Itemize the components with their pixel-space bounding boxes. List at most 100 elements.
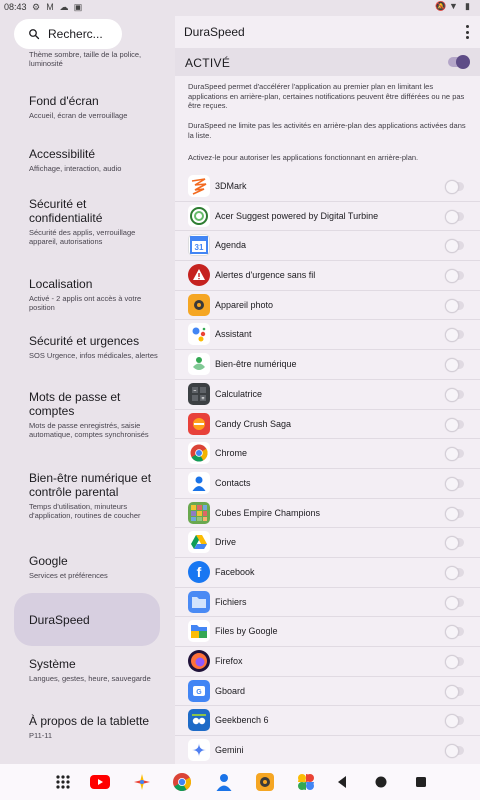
app-row[interactable]: 31 Agenda [175,231,480,262]
master-toggle[interactable] [448,55,470,69]
category-sub: Activé - 2 applis ont accès à votre posi… [29,294,142,312]
category-title: Google [29,554,68,568]
app-row[interactable]: Gemini [175,736,480,764]
category-title: Mots de passe et comptes [29,390,121,418]
svg-text:31: 31 [195,243,204,252]
category-sub: Sécurité des applis, verrouillage appare… [29,228,136,246]
category-display[interactable]: Thème sombre, taille de la police, lumin… [14,50,160,68]
search-input[interactable]: Recherc... [48,27,103,41]
description-paragraph: DuraSpeed ne limite pas les activités en… [188,121,466,140]
app-toggle[interactable] [445,625,464,640]
gear-icon: ⚙ [31,1,41,12]
app-row[interactable]: Assistant [175,320,480,351]
app-name: Files by Google [215,626,278,637]
search-icon [29,29,40,40]
search-bar[interactable]: Recherc... [14,19,122,49]
app-toggle[interactable] [445,239,464,254]
google-photos-icon[interactable] [295,771,317,793]
app-row[interactable]: Fichiers [175,588,480,618]
app-toggle[interactable] [445,269,464,284]
app-toggle[interactable] [445,387,464,402]
app-toggle[interactable] [445,476,464,491]
app-toggle[interactable] [445,358,464,373]
category-safety-emergency[interactable]: Sécurité et urgences SOS Urgence, infos … [14,334,160,360]
master-switch-bar[interactable]: ACTIVÉ [175,48,480,76]
app-toggle[interactable] [445,447,464,462]
app-toggle[interactable] [445,180,464,194]
category-title: Fond d'écran [29,94,99,108]
app-row[interactable]: Geekbench 6 [175,706,480,737]
app-toggle[interactable] [445,595,464,610]
category-location[interactable]: Localisation Activé - 2 applis ont accès… [14,277,160,312]
category-google[interactable]: Google Services et préférences [14,554,160,580]
app-toggle[interactable] [445,655,464,669]
app-toggle[interactable] [445,328,464,343]
category-duraspeed[interactable]: DuraSpeed [14,593,160,646]
app-name: Drive [215,537,237,548]
youtube-icon[interactable] [89,771,111,793]
chrome-icon[interactable] [171,771,193,793]
app-name: Chrome [215,448,248,459]
app-row[interactable]: Candy Crush Saga [175,410,480,440]
home-icon[interactable] [370,771,392,793]
contacts-icon [188,471,210,494]
app-toggle[interactable] [445,684,464,699]
app-toggle[interactable] [445,209,464,224]
category-sub: Accueil, écran de verrouillage [29,111,128,120]
category-wallpaper[interactable]: Fond d'écran Accueil, écran de verrouill… [14,94,160,120]
app-toggle[interactable] [445,506,464,521]
facebook-icon: f [188,560,210,583]
assistant-icon [188,323,210,346]
category-sub: P11-11 [29,731,53,740]
app-name: Assistant [215,329,252,340]
3dmark-icon [188,175,210,197]
app-toggle[interactable] [445,536,464,551]
app-toggle[interactable] [445,744,464,759]
app-row[interactable]: Alertes d'urgence sans fil [175,261,480,291]
wellbeing-icon [188,353,210,376]
app-row[interactable]: Cubes Empire Champions [175,499,480,529]
app-row[interactable]: Bien-être numérique [175,350,480,380]
description-paragraph: DuraSpeed permet d'accélérer l'applicati… [188,82,465,110]
gboard-icon: G [188,679,210,702]
app-name: Fichiers [215,596,247,607]
app-row[interactable]: f Facebook [175,558,480,588]
app-row[interactable]: Chrome [175,439,480,469]
app-name: Geekbench 6 [215,715,269,726]
app-row[interactable]: Firefox [175,647,480,677]
category-title: Accessibilité [29,147,96,161]
recents-icon[interactable] [410,771,432,793]
back-icon[interactable] [331,771,353,793]
calculator-icon: − = [188,382,210,405]
category-security-privacy[interactable]: Sécurité et confidentialité Sécurité des… [14,197,160,246]
app-toggle[interactable] [445,417,464,432]
app-row[interactable]: Contacts [175,469,480,499]
app-row[interactable]: Appareil photo [175,291,480,321]
app-toggle[interactable] [445,298,464,313]
chrome-icon [188,442,210,465]
camera-icon[interactable] [254,771,276,793]
app-row[interactable]: − = Calculatrice [175,380,480,410]
category-passwords-accounts[interactable]: Mots de passe et comptes Mots de passe e… [14,390,160,439]
category-accessibility[interactable]: Accessibilité Affichage, interaction, au… [14,147,160,173]
app-row[interactable]: Acer Suggest powered by Digital Turbine [175,202,480,232]
app-toggle[interactable] [445,565,464,580]
contacts-icon[interactable] [213,771,235,793]
more-options-icon[interactable] [464,25,470,39]
photos-pinwheel-icon[interactable] [131,771,153,793]
app-row[interactable]: Drive [175,528,480,558]
app-toggle[interactable] [445,714,464,729]
category-digital-wellbeing[interactable]: Bien-être numérique et contrôle parental… [14,471,160,520]
firefox-icon [188,650,210,672]
category-title: Système [29,657,76,671]
category-about-tablet[interactable]: À propos de la tablette P11-11 [14,714,160,740]
app-name: Facebook [215,566,255,577]
category-system[interactable]: Système Langues, gestes, heure, sauvegar… [14,657,160,683]
cloud-icon: ☁ [59,1,69,12]
duraspeed-pane: DuraSpeed ACTIVÉ DuraSpeed permet d'accé… [175,16,480,764]
apps-grid-icon[interactable] [52,771,74,793]
app-row[interactable]: 3DMark [175,172,480,202]
app-row[interactable]: G Gboard [175,677,480,707]
app-name: Acer Suggest powered by Digital Turbine [215,210,379,221]
app-row[interactable]: Files by Google [175,617,480,647]
